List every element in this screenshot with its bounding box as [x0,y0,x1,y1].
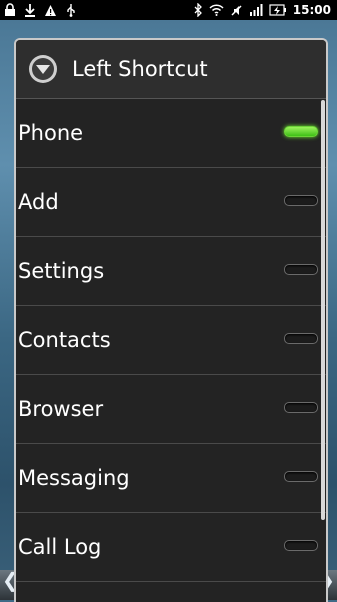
list-item-phone[interactable]: Phone [16,99,326,168]
left-shortcut-dialog: Left Shortcut Phone Add Settings Contact… [14,38,328,602]
battery-charging-icon [269,4,287,16]
system-icons: 15:00 [194,2,331,18]
list-item-label: Contacts [18,328,111,352]
dialog-header: Left Shortcut [16,40,326,99]
list-item-label: Messaging [18,466,130,490]
notification-icons [4,2,77,18]
lock-icon [4,3,16,17]
signal-icon [249,4,263,16]
list-item-messaging[interactable]: Messaging [16,444,326,513]
bluetooth-icon [194,3,203,17]
list-item-contacts[interactable]: Contacts [16,306,326,375]
list-item-call-log[interactable]: Call Log [16,513,326,582]
usb-icon [65,3,77,17]
download-icon [24,3,36,17]
radio-indicator[interactable] [284,333,318,344]
clock: 15:00 [292,3,331,17]
silent-icon [230,4,243,17]
warning-icon [44,4,57,17]
list-item-label: Add [18,190,59,214]
list-item-label: Phone [18,121,84,145]
list-item-label: Call Log [18,535,102,559]
list-item-label: Browser [18,397,104,421]
radio-indicator[interactable] [284,471,318,482]
status-bar: 15:00 [0,0,337,20]
list-item-label: Settings [18,259,105,283]
chevron-down-circle-icon [28,54,58,84]
radio-indicator[interactable] [284,402,318,413]
dialog-title: Left Shortcut [72,57,208,81]
list-item-add[interactable]: Add [16,168,326,237]
radio-selected-indicator[interactable] [284,126,318,137]
radio-indicator[interactable] [284,195,318,206]
scrollbar[interactable] [321,100,325,520]
list-item-settings[interactable]: Settings [16,237,326,306]
radio-indicator[interactable] [284,540,318,551]
radio-indicator[interactable] [284,264,318,275]
list-item-browser[interactable]: Browser [16,375,326,444]
wifi-icon [209,4,224,16]
shortcut-list: Phone Add Settings Contacts Browser Mess… [16,99,326,582]
